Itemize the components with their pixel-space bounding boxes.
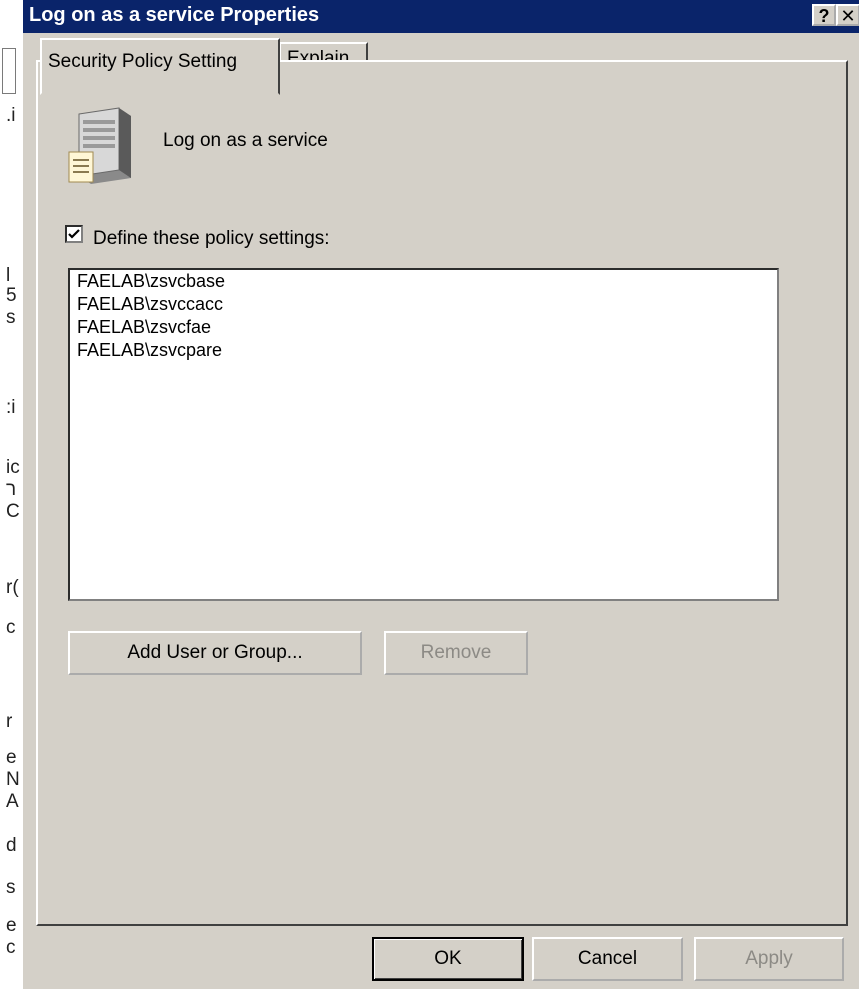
add-user-or-group-button[interactable]: Add User or Group... xyxy=(68,631,362,675)
background-text-fragment: r( xyxy=(6,577,19,598)
list-item[interactable]: FAELAB\zsvcpare xyxy=(70,339,777,362)
title-bar[interactable]: Log on as a service Properties ? ✕ xyxy=(23,0,859,33)
server-icon xyxy=(65,100,135,190)
background-window-edge: .i l 5 s :i ic ר C r( c r e N A d s e c xyxy=(0,0,23,989)
background-text-fragment: :i xyxy=(6,397,16,418)
properties-dialog: Log on as a service Properties ? ✕ Secur… xyxy=(22,0,859,989)
background-text-fragment: ר xyxy=(6,479,17,500)
background-text-fragment: N xyxy=(6,769,20,790)
define-settings-label[interactable]: Define these policy settings: xyxy=(93,228,330,250)
checkmark-icon xyxy=(68,229,80,239)
background-text-fragment: e xyxy=(6,915,17,936)
cancel-button[interactable]: Cancel xyxy=(532,937,683,981)
background-text-fragment: A xyxy=(6,791,19,812)
list-item[interactable]: FAELAB\zsvcfae xyxy=(70,316,777,339)
define-settings-checkbox[interactable] xyxy=(65,225,83,243)
list-item[interactable]: FAELAB\zsvccacc xyxy=(70,293,777,316)
background-text-fragment: 5 xyxy=(6,285,17,306)
background-text-fragment: e xyxy=(6,747,17,768)
background-text-fragment: ic xyxy=(6,457,20,478)
background-text-fragment: .i xyxy=(6,105,16,126)
remove-button[interactable]: Remove xyxy=(384,631,528,675)
background-text-fragment: s xyxy=(6,877,16,898)
ok-button[interactable]: OK xyxy=(372,937,524,981)
background-textbox xyxy=(2,48,16,94)
policy-name: Log on as a service xyxy=(163,130,328,151)
help-button[interactable]: ? xyxy=(812,4,836,26)
window-title: Log on as a service Properties xyxy=(29,4,320,26)
accounts-listbox[interactable]: FAELAB\zsvcbase FAELAB\zsvccacc FAELAB\z… xyxy=(68,268,779,601)
list-item[interactable]: FAELAB\zsvcbase xyxy=(70,270,777,293)
background-text-fragment: r xyxy=(6,711,13,732)
tab-security-policy-setting[interactable]: Security Policy Setting xyxy=(40,38,280,95)
background-text-fragment: s xyxy=(6,307,16,328)
apply-button[interactable]: Apply xyxy=(694,937,844,981)
background-text-fragment: l xyxy=(6,265,11,286)
background-text-fragment: c xyxy=(6,617,16,638)
background-text-fragment: C xyxy=(6,501,20,522)
background-text-fragment: d xyxy=(6,835,17,856)
close-button[interactable]: ✕ xyxy=(836,4,859,26)
background-text-fragment: c xyxy=(6,937,16,958)
